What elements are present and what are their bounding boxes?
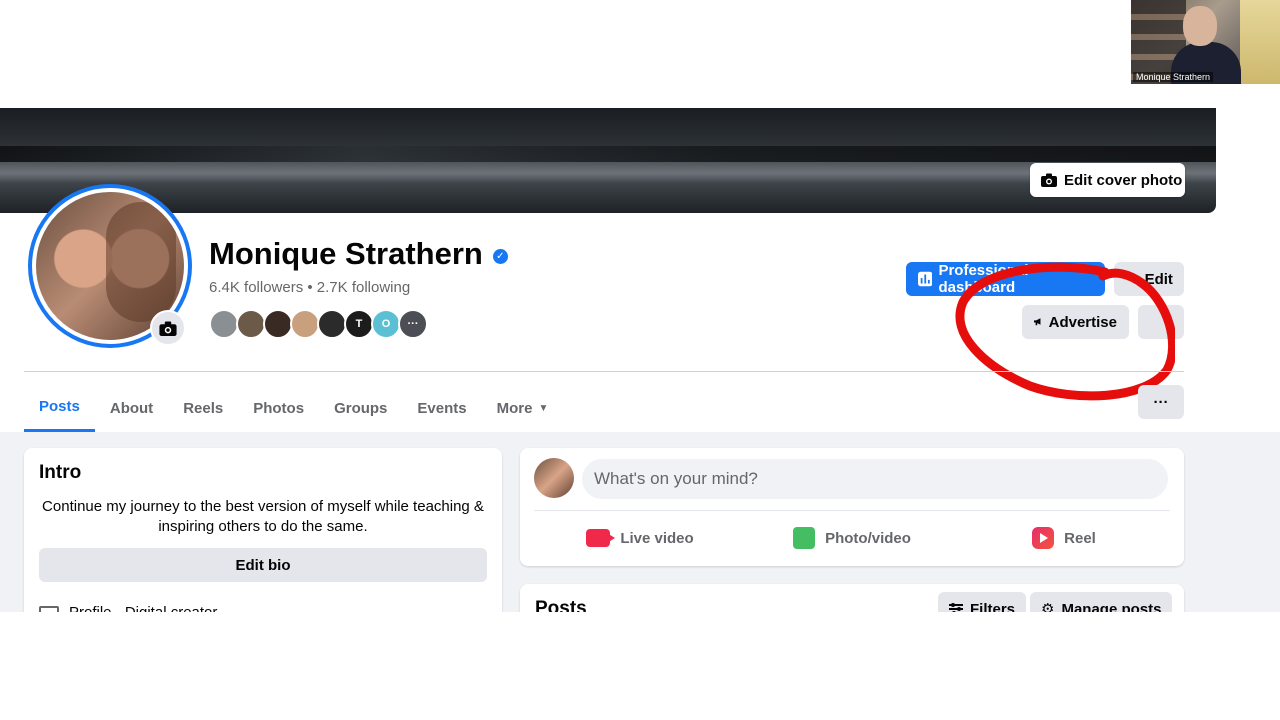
verified-badge-icon: ✓ <box>492 248 508 264</box>
header-divider <box>24 371 1184 372</box>
camera-icon <box>1041 173 1057 187</box>
intro-title: Intro <box>39 462 82 483</box>
advertise-label: Advertise <box>1048 313 1117 331</box>
tab-about[interactable]: About <box>95 384 168 432</box>
friend-avatar[interactable] <box>263 309 293 339</box>
tab-label: Reels <box>183 399 224 417</box>
live-video-icon <box>586 529 616 547</box>
tab-groups[interactable]: Groups <box>319 384 402 432</box>
reel-label: Reel <box>1064 529 1096 547</box>
photo-detail <box>106 202 176 322</box>
tab-posts[interactable]: Posts <box>24 384 95 432</box>
extra-action-button[interactable] <box>1138 305 1184 339</box>
friend-avatar[interactable] <box>209 309 239 339</box>
more-options-label: ··· <box>1153 393 1169 411</box>
tab-label: Groups <box>334 399 388 417</box>
photo-video-button[interactable]: Photo/video <box>746 518 958 558</box>
update-profile-picture-button[interactable] <box>150 310 186 346</box>
photo-video-label: Photo/video <box>825 529 911 547</box>
intro-bio: Continue my journey to the best version … <box>42 498 484 535</box>
professional-dashboard-label: Professional dashboard <box>938 262 1029 296</box>
presenter-head <box>1183 6 1217 46</box>
composer-divider <box>534 510 1170 511</box>
tab-photos[interactable]: Photos <box>238 384 319 432</box>
more-options-button[interactable]: ··· <box>1138 385 1184 419</box>
photo-video-icon <box>793 527 816 549</box>
tab-more[interactable]: More ▼ <box>482 384 564 432</box>
professional-dashboard-button[interactable]: Professional dashboard <box>906 262 1105 296</box>
tab-label: Events <box>417 399 467 417</box>
reel-icon <box>1032 527 1055 549</box>
edit-label: Edit <box>1144 270 1173 288</box>
tab-reels[interactable]: Reels <box>168 384 238 432</box>
tab-label: About <box>109 399 154 417</box>
edit-cover-label: Edit cover photo <box>1064 171 1183 189</box>
tab-label: Posts <box>39 398 80 415</box>
cover-photo <box>0 108 1216 213</box>
pencil-icon: ✎ <box>1126 271 1139 288</box>
live-video-label: Live video <box>620 529 694 547</box>
dashboard-icon <box>918 271 933 287</box>
chevron-down-icon: ▼ <box>538 402 549 414</box>
friend-avatar[interactable] <box>317 309 347 339</box>
composer-actions: Live video Photo/video Reel <box>534 518 1170 558</box>
live-video-button[interactable]: Live video <box>534 518 746 558</box>
megaphone-icon <box>1034 318 1041 326</box>
reel-button[interactable]: Reel <box>958 518 1170 558</box>
edit-bio-button[interactable]: Edit bio <box>39 548 487 582</box>
edit-profile-button[interactable]: ✎ Edit <box>1114 262 1184 296</box>
friend-avatar[interactable] <box>290 309 320 339</box>
profile-tabs: Posts About Reels Photos Groups Events More ▼ <box>24 384 563 432</box>
whats-on-your-mind-input[interactable]: What's on your mind? <box>582 459 1168 499</box>
friend-avatar[interactable]: O <box>371 309 401 339</box>
composer-avatar[interactable] <box>534 458 574 498</box>
advertise-button[interactable]: Advertise <box>1022 305 1129 339</box>
friend-avatar[interactable] <box>236 309 266 339</box>
friend-avatars[interactable]: T O ··· <box>209 309 428 339</box>
profile-name: Monique Strathern ✓ <box>209 236 508 272</box>
cover-shoreline <box>0 146 1216 162</box>
create-post-card: What's on your mind? Live video Photo/vi… <box>520 448 1184 566</box>
intro-card: Intro Continue my journey to the best ve… <box>24 448 502 628</box>
video-letterbox <box>0 612 1280 720</box>
follower-stats[interactable]: 6.4K followers • 2.7K following <box>209 279 410 296</box>
friend-avatar[interactable]: ··· <box>398 309 428 339</box>
tab-label: Photos <box>253 399 305 417</box>
webcam-thumbnail: Monique Strathern <box>1131 0 1280 84</box>
participant-name: Monique Strathern <box>1133 72 1214 82</box>
profile-name-text: Monique Strathern <box>209 236 483 271</box>
tab-events[interactable]: Events <box>402 384 481 432</box>
tab-label: More <box>496 399 533 417</box>
edit-cover-photo-button[interactable]: Edit cover photo <box>1030 163 1185 197</box>
camera-icon <box>159 321 177 336</box>
friend-avatar[interactable]: T <box>344 309 374 339</box>
wall-art <box>1240 0 1280 84</box>
